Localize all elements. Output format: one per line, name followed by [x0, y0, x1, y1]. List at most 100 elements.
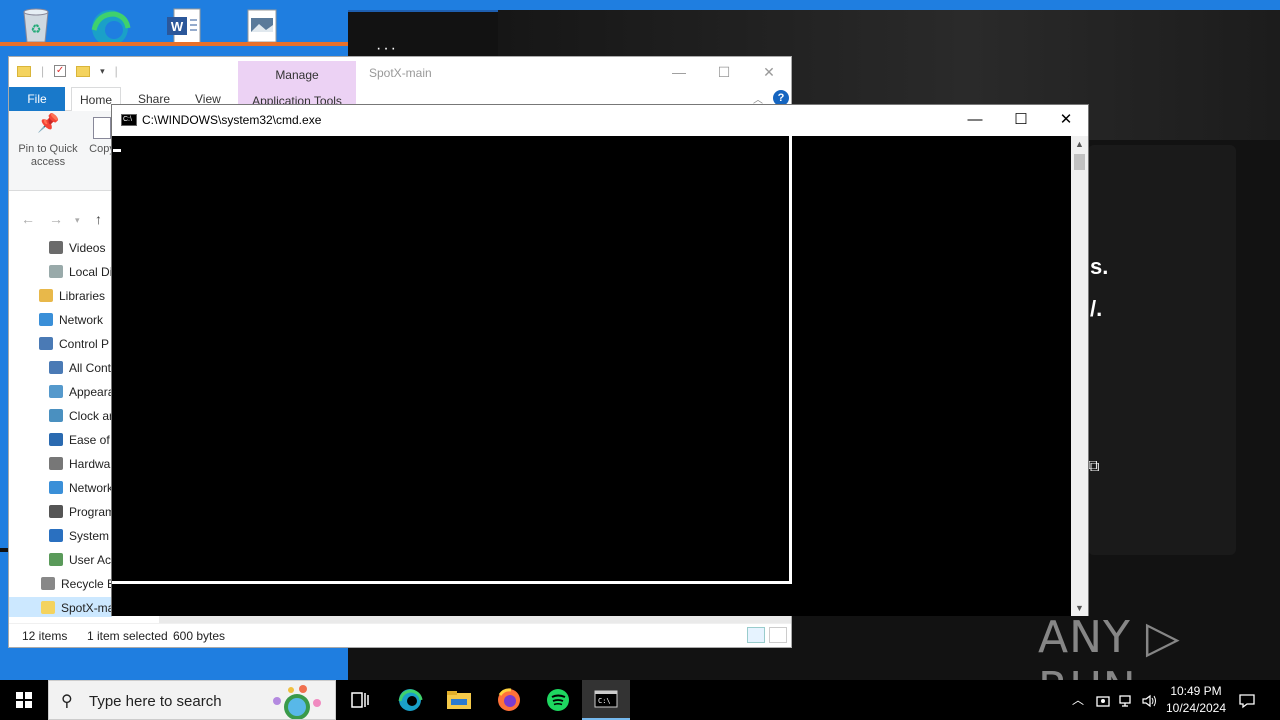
recent-locations-icon[interactable]: ▾	[75, 215, 80, 226]
tree-item-icon	[41, 577, 55, 590]
tree-item-icon	[49, 409, 63, 422]
properties-icon[interactable]: ✓	[54, 65, 67, 77]
tree-item[interactable]: All Cont	[9, 357, 112, 379]
tree-item[interactable]: Clock ar	[9, 405, 112, 427]
forward-arrow-icon[interactable]: →	[49, 211, 63, 227]
clock-date: 10/24/2024	[1165, 701, 1227, 715]
meet-now-icon[interactable]	[1096, 680, 1110, 720]
taskbar-firefox-button[interactable]	[485, 680, 533, 720]
edge-icon[interactable]	[88, 6, 132, 46]
windows-logo-icon	[16, 692, 32, 708]
image-file-icon[interactable]	[242, 6, 286, 46]
cmd-close-button[interactable]: ✕	[1043, 105, 1089, 136]
taskbar-cmd-button[interactable]: C:\	[582, 680, 630, 720]
search-placeholder: Type here to search	[89, 693, 222, 710]
tree-item-label: All Cont	[69, 361, 112, 375]
cmd-minimize-button[interactable]: —	[952, 105, 998, 136]
tree-item[interactable]: Libraries	[9, 285, 112, 307]
network-icon[interactable]	[1119, 680, 1135, 720]
tree-item[interactable]: Local Di	[9, 261, 112, 283]
recycle-bin-icon[interactable]: ♻	[16, 6, 60, 46]
customize-toolbar-icon[interactable]: ▾	[100, 66, 105, 77]
show-hidden-icons-icon[interactable]: ︿	[1072, 680, 1084, 720]
tree-item-icon	[49, 433, 63, 446]
taskbar-edge-button[interactable]	[386, 680, 434, 720]
tree-item-label: Libraries	[59, 289, 106, 303]
tree-item[interactable]: SpotX-ma	[9, 597, 112, 617]
text-cursor	[113, 149, 121, 152]
navigation-bar: ← → ▾ ↑	[9, 207, 119, 233]
explorer-titlebar: | ✓ ▾ | Manage Application Tools SpotX-m…	[9, 57, 791, 117]
up-arrow-icon[interactable]: ↑	[95, 211, 102, 227]
tree-item[interactable]: Hardwa	[9, 453, 112, 475]
new-folder-icon[interactable]	[76, 65, 91, 77]
start-button[interactable]	[0, 680, 48, 720]
svg-text:♻: ♻	[31, 22, 42, 36]
tree-item[interactable]: Control P	[9, 333, 112, 355]
tree-item-label: Clock ar	[69, 409, 112, 423]
word-document-icon[interactable]: W	[164, 6, 208, 46]
tree-item-icon	[49, 265, 63, 278]
large-icons-view-button[interactable]	[769, 627, 787, 643]
firefox-icon	[498, 688, 520, 711]
cmd-console[interactable]	[112, 136, 1072, 616]
tree-item-label: Program	[69, 505, 112, 519]
spotify-side-panel	[1088, 145, 1236, 555]
tree-item-icon	[49, 241, 63, 254]
tree-item-label: Hardwa	[69, 457, 111, 471]
spotify-subheading-fragment: /.	[1090, 296, 1103, 321]
task-view-icon	[351, 692, 369, 708]
tree-item[interactable]: Appeara	[9, 381, 112, 403]
cmd-vertical-scrollbar[interactable]: ▲ ▼	[1071, 136, 1088, 616]
tree-item-label: Recycle B	[61, 577, 112, 591]
notifications-icon[interactable]	[1238, 680, 1256, 720]
taskbar-clock[interactable]: 10:49 PM 10/24/2024	[1160, 683, 1232, 717]
tree-item[interactable]: Network	[9, 477, 112, 499]
edge-icon	[398, 689, 423, 711]
item-count: 12 items	[22, 629, 68, 643]
quick-access-toolbar: | ✓ ▾ |	[17, 64, 118, 78]
taskbar-file-explorer-button[interactable]	[435, 680, 483, 720]
taskbar: ⚲ Type here to search C:\ ︿ 10:49 PM 10/…	[0, 680, 1280, 720]
tree-item-icon	[49, 361, 63, 374]
search-icon: ⚲	[61, 693, 73, 710]
tree-item-label: User Acc	[69, 553, 112, 567]
tree-item[interactable]: Recycle B	[9, 573, 112, 595]
selection-count: 1 item selected	[87, 629, 168, 643]
pin-icon: 📌	[37, 113, 60, 133]
tree-item[interactable]: Videos	[9, 237, 112, 259]
tree-item[interactable]: Network	[9, 309, 112, 331]
tree-item-label: System	[69, 529, 110, 543]
external-link-icon[interactable]: ⧉	[1088, 458, 1099, 476]
scroll-up-icon[interactable]: ▲	[1071, 136, 1088, 152]
tab-file[interactable]: File	[9, 87, 65, 111]
explorer-maximize-button[interactable]: ☐	[704, 61, 744, 83]
svg-text:C:\: C:\	[598, 697, 611, 705]
clock-time: 10:49 PM	[1170, 684, 1222, 698]
cmd-app-icon: C:\	[121, 114, 137, 126]
tree-item[interactable]: Ease of A	[9, 429, 112, 451]
status-bar: 12 items 1 item selected 600 bytes	[9, 623, 791, 647]
spotify-heading-fragment: s.	[1090, 254, 1109, 279]
taskbar-search-box[interactable]: ⚲ Type here to search	[48, 680, 336, 720]
scroll-thumb[interactable]	[1074, 154, 1085, 170]
volume-icon[interactable]	[1142, 680, 1158, 720]
details-view-button[interactable]	[747, 627, 765, 643]
tree-item-icon	[49, 529, 63, 542]
explorer-minimize-button[interactable]: —	[659, 61, 699, 83]
tree-item[interactable]: System	[9, 525, 112, 547]
tree-item-icon	[49, 457, 63, 470]
folder-icon	[447, 691, 471, 709]
copy-icon	[93, 117, 111, 139]
tree-item[interactable]: Program	[9, 501, 112, 523]
explorer-close-button[interactable]: ✕	[749, 61, 789, 83]
task-view-button[interactable]	[336, 680, 384, 720]
pin-to-quick-access-button[interactable]: 📌 Pin to Quick access	[15, 113, 81, 169]
back-arrow-icon[interactable]: ←	[21, 211, 35, 227]
tree-item[interactable]: User Acc	[9, 549, 112, 571]
tree-item-icon	[39, 313, 53, 326]
explorer-window-title: SpotX-main	[369, 66, 432, 80]
cmd-maximize-button[interactable]: ☐	[998, 105, 1044, 136]
taskbar-spotify-button[interactable]	[534, 680, 582, 720]
manage-label: Manage	[275, 68, 319, 82]
